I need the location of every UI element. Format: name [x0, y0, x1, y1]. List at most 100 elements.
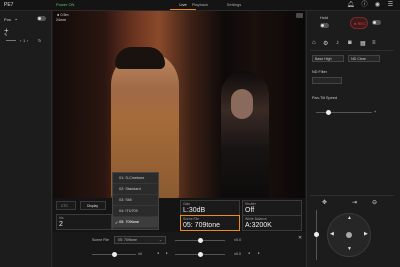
- divider: [310, 195, 394, 196]
- settings-icon[interactable]: ⚙: [323, 40, 328, 47]
- camera-icon[interactable]: ◙: [348, 40, 352, 46]
- move-icon[interactable]: ⇥: [352, 199, 357, 206]
- knee-slider-knob[interactable]: [198, 252, 203, 257]
- pan-tilt-slider-knob[interactable]: [326, 110, 331, 115]
- refresh-icon[interactable]: ↻: [38, 38, 41, 43]
- joystick-mode-icon[interactable]: ✥: [322, 199, 327, 206]
- dropdown-option[interactable]: 04: ITU709: [113, 206, 158, 217]
- tab-settings[interactable]: Settings: [224, 2, 244, 7]
- dropdown-option[interactable]: 03: Still: [113, 195, 158, 206]
- step-right-icon[interactable]: ▸: [166, 251, 168, 255]
- left-panel: [0, 11, 52, 267]
- hold-toggle[interactable]: [320, 23, 329, 28]
- display-label: Display: [87, 204, 99, 208]
- dropdown-option-selected[interactable]: ✓ 05: 709tone: [113, 217, 158, 228]
- iris-value: 2: [59, 221, 63, 228]
- plus-icon[interactable]: +: [374, 110, 376, 114]
- video-subject-left-hair: [115, 47, 165, 69]
- pan-tilt-speed-label: Pan-Tilt Speed: [312, 96, 337, 100]
- black-slider-knob[interactable]: [112, 252, 117, 257]
- white-balance-label: White Balance: [245, 217, 267, 221]
- device-name: PE7: [4, 2, 14, 8]
- scene-file-select[interactable]: 05: 709tone ⌄: [114, 236, 166, 244]
- base-select-value: Base High: [315, 57, 332, 61]
- black-value: ±0: [138, 252, 142, 256]
- iris-label: Iris: [59, 216, 64, 220]
- base-select[interactable]: Base High: [312, 55, 344, 62]
- chevron-down-icon[interactable]: ⌄: [14, 16, 18, 22]
- gamma-slider-knob[interactable]: [198, 238, 203, 243]
- scene-file-label: Scene File: [183, 217, 200, 221]
- power-status: Power ON: [56, 2, 75, 7]
- nd-select[interactable]: ND Clear: [348, 55, 380, 62]
- chevron-right-icon[interactable]: ›: [27, 38, 28, 43]
- shutter-control[interactable]: Shutter Off: [242, 200, 302, 216]
- dropdown-option[interactable]: 01: S-Cinetone: [113, 173, 158, 184]
- chevron-left-icon[interactable]: ‹: [20, 38, 21, 43]
- active-tab-indicator: [170, 9, 196, 10]
- tilt-slider-knob[interactable]: [314, 232, 319, 237]
- focus-info: ◄ 0.5m 24mm: [56, 13, 69, 23]
- white-balance-control[interactable]: White Balance A:3200K: [242, 215, 302, 231]
- arrow-down-icon[interactable]: ▼: [347, 246, 352, 252]
- lock-icon[interactable]: [296, 13, 303, 18]
- step-right-icon[interactable]: ▸: [258, 251, 260, 255]
- menu-icon[interactable]: ☰: [386, 1, 395, 10]
- gamma-value: ±0.0: [234, 238, 241, 242]
- info-icon[interactable]: ⓘ: [360, 1, 369, 10]
- joypad-center-button[interactable]: [346, 232, 352, 238]
- zoom-value: 1: [23, 38, 26, 43]
- step-left-icon[interactable]: ◂: [157, 251, 159, 255]
- dropdown-option-label: 05: 709tone: [119, 220, 140, 224]
- close-icon[interactable]: ✕: [298, 235, 302, 241]
- chevron-down-icon: ⌄: [158, 238, 162, 242]
- dropdown-option[interactable]: 02: Standard: [113, 184, 158, 195]
- ctc-label: CTC: [61, 204, 68, 208]
- home-icon[interactable]: ⌂: [312, 40, 316, 46]
- tab-playback[interactable]: Playback: [188, 2, 212, 7]
- nd-select-value: ND Clear: [351, 57, 366, 61]
- shutter-value: Off: [245, 207, 255, 214]
- ctc-button[interactable]: CTC: [56, 201, 76, 210]
- arrow-left-icon[interactable]: ◀: [330, 231, 334, 237]
- scene-file-control[interactable]: Scene File 05: 709tone: [180, 215, 240, 231]
- rec-button[interactable]: ● REC: [350, 17, 368, 29]
- focal-length: 24mm: [56, 18, 66, 22]
- scene-file-title: Scene File: [92, 238, 109, 242]
- shutter-label: Shutter: [245, 202, 256, 206]
- user-icon[interactable]: ◉: [373, 1, 382, 10]
- iris-control[interactable]: Iris 2: [56, 214, 112, 230]
- edit-icon[interactable]: ✎: [4, 32, 7, 37]
- arrow-right-icon[interactable]: ▶: [364, 231, 368, 237]
- grid-icon[interactable]: ▦: [360, 40, 366, 47]
- gain-value: L:30dB: [183, 207, 206, 214]
- scene-file-value: 05: 709tone: [183, 222, 220, 229]
- audio-icon[interactable]: ♪: [336, 40, 339, 46]
- video-subject-right-face: [231, 89, 253, 119]
- list-icon[interactable]: ≡: [372, 40, 376, 46]
- scene-file-adjust-bar: [53, 232, 305, 267]
- hold-label: Hold: [320, 16, 328, 20]
- check-icon: ✓: [115, 220, 119, 225]
- rec-toggle[interactable]: [372, 20, 381, 25]
- pan-tilt-slider-track[interactable]: [316, 112, 372, 113]
- rec-label: ● REC: [354, 21, 366, 26]
- gain-control[interactable]: Gain L:30dB: [180, 200, 240, 216]
- scene-file-dropdown: 01: S-Cinetone 02: Standard 03: Still 04…: [112, 172, 159, 230]
- minus-icon[interactable]: [6, 40, 16, 41]
- bell-icon[interactable]: 🔔︎: [346, 1, 355, 10]
- arrow-up-icon[interactable]: ▲: [347, 215, 352, 221]
- scene-file-select-value: 05: 709tone: [118, 238, 137, 242]
- reset-icon[interactable]: ⊖: [372, 199, 377, 206]
- white-balance-value: A:3200K: [245, 222, 272, 229]
- preset-label: Pos: [4, 17, 11, 22]
- live-video-feed[interactable]: [53, 11, 305, 198]
- step-left-icon[interactable]: ◂: [248, 251, 250, 255]
- gain-label: Gain: [183, 202, 191, 206]
- nd-filter-select[interactable]: [312, 77, 342, 84]
- nd-filter-label: ND Filter: [312, 70, 327, 74]
- display-button[interactable]: Display: [80, 201, 106, 210]
- preset-toggle[interactable]: [37, 16, 46, 21]
- divider: [310, 50, 394, 51]
- knee-value: ±0.0: [234, 252, 241, 256]
